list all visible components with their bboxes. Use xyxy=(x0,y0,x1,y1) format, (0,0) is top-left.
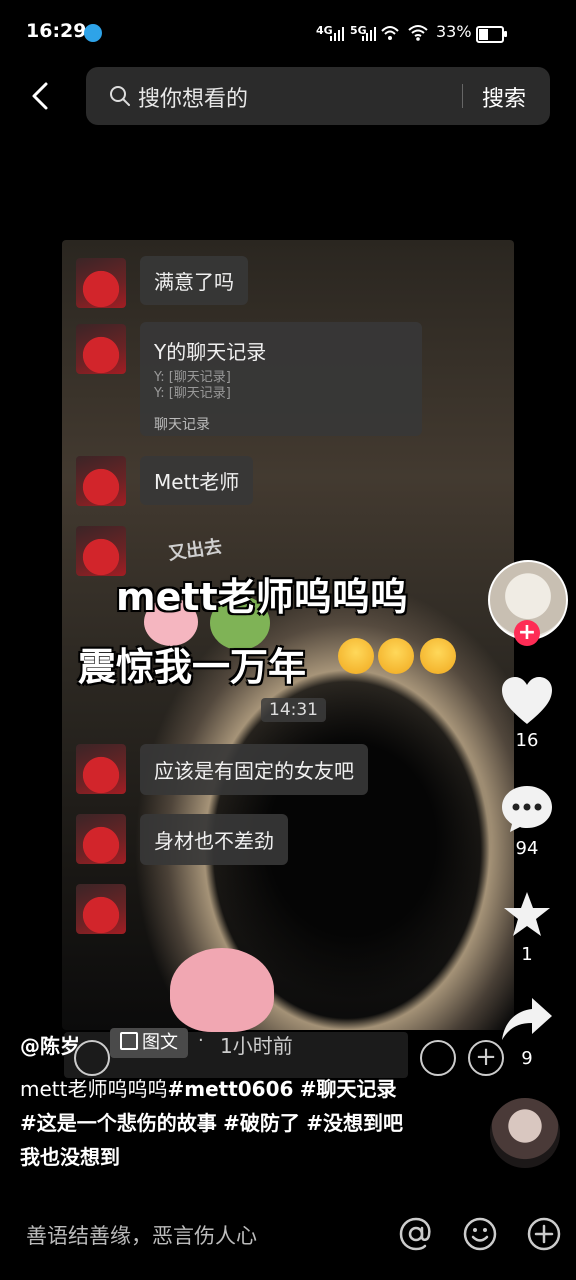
signal-icon xyxy=(330,26,344,45)
like-button[interactable] xyxy=(500,676,554,730)
chat-timestamp: 14:31 xyxy=(261,698,326,722)
hashtag[interactable]: #破防了 xyxy=(223,1111,300,1135)
chat-record-title: Y的聊天记录 xyxy=(154,340,267,364)
hotspot-icon xyxy=(380,24,400,46)
comment-bar: 善语结善缘，恶言伤人心 xyxy=(0,1196,576,1280)
status-time: 16:29 xyxy=(26,20,87,42)
music-disc[interactable] xyxy=(490,1098,560,1168)
post-time: 1小时前 xyxy=(220,1034,293,1058)
heart-icon xyxy=(502,677,552,724)
post-type-label: 图文 xyxy=(142,1032,178,1053)
battery-icon xyxy=(476,26,507,43)
overlay-text-line1: mett老师呜呜呜 xyxy=(116,575,408,619)
like-count: 16 xyxy=(515,730,539,751)
caption-text: mett老师呜呜呜 xyxy=(20,1077,168,1101)
follow-button[interactable]: + xyxy=(514,620,540,646)
search-icon xyxy=(108,84,132,112)
star-icon xyxy=(504,892,550,936)
chat-record-footer: 聊天记录 xyxy=(154,417,210,433)
chat-avatar xyxy=(76,744,126,794)
hashtag[interactable]: #聊天记录 xyxy=(300,1077,397,1101)
image-text-icon xyxy=(120,1032,138,1050)
emoji-pleading-icon xyxy=(378,638,414,674)
emoji-crying-icon xyxy=(338,638,374,674)
chat-bubble: 身材也不差劲 xyxy=(140,814,288,865)
chat-avatar xyxy=(76,456,126,506)
post-type-tag: 图文 xyxy=(110,1028,188,1058)
chat-bubble: 应该是有固定的女友吧 xyxy=(140,744,368,795)
chat-avatar xyxy=(76,324,126,374)
chat-record-card: Y的聊天记录 Y: [聊天记录] Y: [聊天记录] 聊天记录 xyxy=(140,322,422,436)
chat-bubble: Mett老师 xyxy=(140,456,254,505)
emoji-pleading-icon xyxy=(420,638,456,674)
chat-avatar xyxy=(76,814,126,864)
search-input[interactable]: 搜你想看的 xyxy=(138,81,248,113)
share-icon xyxy=(502,998,552,1040)
signal-icon xyxy=(362,26,376,45)
emoji-button[interactable] xyxy=(462,1216,498,1256)
back-button[interactable] xyxy=(24,78,60,114)
comment-input[interactable]: 善语结善缘，恶言伤人心 xyxy=(26,1220,257,1250)
favorite-button[interactable] xyxy=(502,890,552,944)
comment-count: 94 xyxy=(515,838,539,859)
at-icon xyxy=(399,1217,431,1251)
post-caption: mett老师呜呜呜#mett0606 #聊天记录 #这是一个悲伤的故事 #破防了… xyxy=(20,1072,410,1174)
share-count: 9 xyxy=(521,1048,533,1069)
mention-button[interactable] xyxy=(398,1216,434,1256)
overlay-text-line2: 震惊我一万年 xyxy=(78,645,307,689)
hashtag[interactable]: #这是一个悲伤的故事 xyxy=(20,1111,217,1135)
pig-sticker xyxy=(170,948,274,1032)
comment-icon xyxy=(502,786,552,832)
chevron-left-icon xyxy=(32,82,48,110)
chat-record-line: Y: [聊天记录] xyxy=(154,386,231,401)
hashtag[interactable]: #mett0606 xyxy=(167,1077,293,1101)
chat-avatar xyxy=(76,258,126,308)
chat-bubble: 满意了吗 xyxy=(140,256,248,305)
favorite-count: 1 xyxy=(521,944,533,965)
battery-percent: 33% xyxy=(436,22,472,41)
author-name[interactable]: @陈岁 xyxy=(20,1030,80,1059)
smile-icon xyxy=(463,1217,497,1251)
plus-circle-icon xyxy=(527,1217,561,1251)
dot-separator: · xyxy=(198,1030,204,1051)
app-notification-icon xyxy=(84,24,102,42)
share-button[interactable] xyxy=(500,996,554,1046)
emoji-icon xyxy=(420,1040,456,1076)
status-bar: 16:29 4G 5G 33% xyxy=(0,0,576,64)
more-button[interactable] xyxy=(526,1216,562,1256)
search-divider xyxy=(462,84,463,108)
chat-avatar xyxy=(76,884,126,934)
search-bar[interactable]: 搜你想看的 搜索 xyxy=(86,67,550,125)
comment-button[interactable] xyxy=(500,784,554,838)
wifi-icon xyxy=(408,24,428,46)
search-button[interactable]: 搜索 xyxy=(482,81,526,113)
